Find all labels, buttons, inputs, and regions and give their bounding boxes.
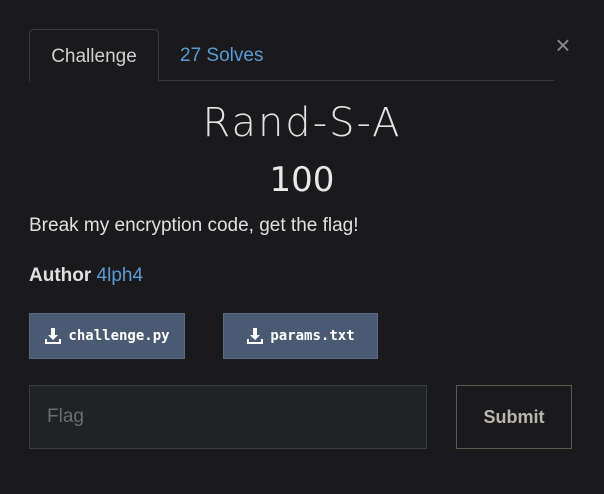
- challenge-title: Rand-S-A: [202, 100, 402, 146]
- challenge-points: 100: [269, 160, 335, 200]
- tab-challenge[interactable]: Challenge: [29, 29, 159, 82]
- flag-input[interactable]: [29, 385, 427, 449]
- challenge-tabs: Challenge 27 Solves: [29, 29, 554, 82]
- submit-button[interactable]: Submit: [456, 385, 572, 449]
- author-row: Author 4lph4: [29, 265, 143, 287]
- author-label: Author: [29, 265, 92, 286]
- file-name: params.txt: [270, 328, 355, 344]
- tab-solves[interactable]: 27 Solves: [180, 29, 263, 81]
- file-download-challenge-py[interactable]: challenge.py: [29, 313, 185, 359]
- download-icon: [247, 328, 264, 344]
- close-button[interactable]: ×: [552, 32, 574, 58]
- download-icon: [45, 328, 62, 344]
- file-name: challenge.py: [68, 328, 170, 344]
- file-download-params-txt[interactable]: params.txt: [223, 313, 378, 359]
- challenge-modal: × Challenge 27 Solves Rand-S-A 100 Break…: [0, 0, 604, 494]
- author-link[interactable]: 4lph4: [97, 265, 144, 286]
- challenge-description: Break my encryption code, get the flag!: [29, 215, 359, 236]
